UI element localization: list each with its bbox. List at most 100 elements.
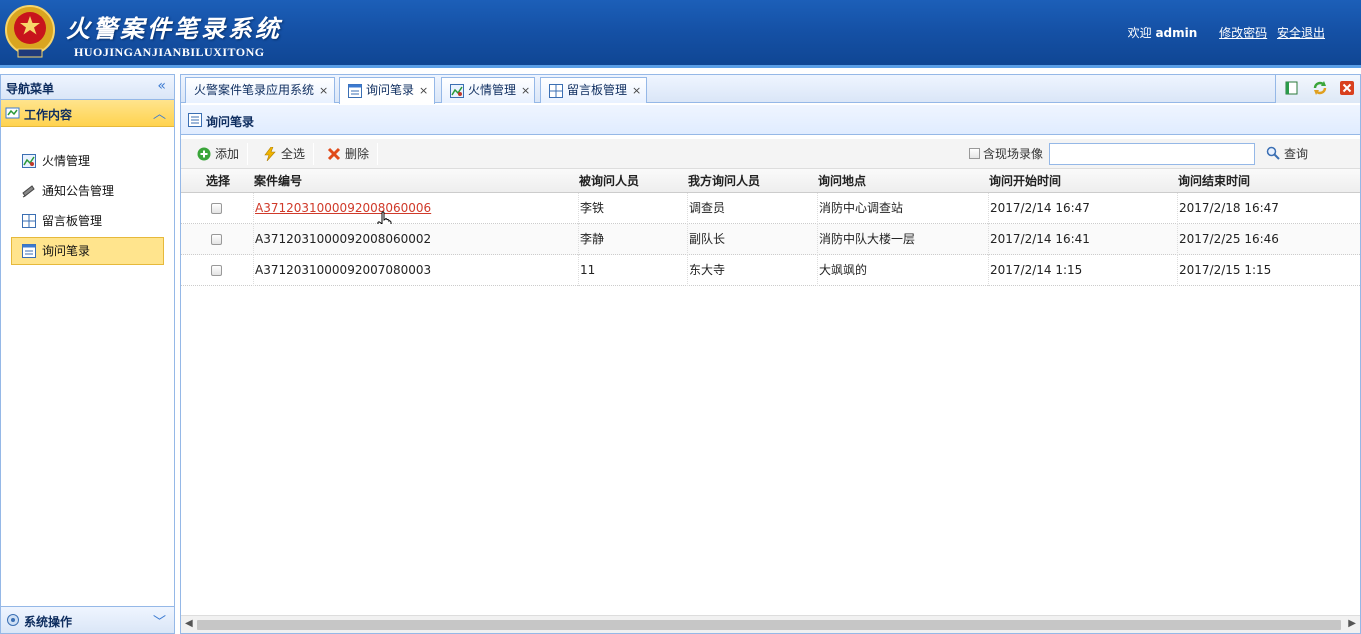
start-time-cell: 2017/2/14 16:41: [988, 224, 1177, 255]
system-subtitle: HUOJINGANJIANBILUXITONG: [74, 45, 265, 59]
start-time-cell: 2017/2/14 1:15: [988, 255, 1177, 286]
grid-toolbar: 添加 全选 删除 含现场录像 查询: [181, 139, 1360, 169]
location-cell: 消防中心调查站: [817, 193, 988, 224]
form-icon: [348, 83, 362, 98]
tabs-bar: 火警案件笔录应用系统 × 询问笔录 × 火情管理 × 留言板管理 ×: [181, 75, 1360, 104]
tab-message-board[interactable]: 留言板管理 ×: [540, 77, 647, 103]
change-password-link[interactable]: 修改密码: [1219, 26, 1267, 40]
scroll-right-icon[interactable]: ▶: [1348, 618, 1356, 629]
table-row[interactable]: A3712031000092008060002 李静 副队长 消防中队大楼一层 …: [181, 224, 1360, 255]
tab-fire-management[interactable]: 火情管理 ×: [441, 77, 535, 103]
sidebar-item-fire-management[interactable]: 火情管理: [11, 147, 164, 175]
main-panel: 火警案件笔录应用系统 × 询问笔录 × 火情管理 × 留言板管理 × 询问笔录 …: [180, 74, 1361, 634]
location-cell: 消防中队大楼一层: [817, 224, 988, 255]
tab-home[interactable]: 火警案件笔录应用系统 ×: [185, 77, 335, 103]
sidebar-item-interview-record[interactable]: 询问笔录: [11, 237, 164, 265]
system-title: 火警案件笔录系统: [66, 14, 282, 43]
grid-header: 选择 案件编号 被询问人员 我方询问人员 询问地点 询问开始时间 询问结束时间: [181, 169, 1360, 193]
work-content-icon: [5, 107, 20, 119]
search-icon: [1266, 146, 1280, 160]
app-header: 火警案件笔录系统 HUOJINGANJIANBILUXITONG 欢迎 admi…: [0, 0, 1361, 68]
column-header-select[interactable]: 选择: [206, 169, 230, 193]
scrollbar-thumb[interactable]: [197, 620, 1341, 630]
welcome-text: 欢迎 admin: [1127, 26, 1198, 40]
announce-icon: [22, 185, 35, 198]
nav-header: 导航菜单 «: [1, 75, 174, 100]
sidebar-item-announcement[interactable]: 通知公告管理: [11, 177, 164, 205]
book-icon[interactable]: [1284, 80, 1300, 99]
tab-close-icon[interactable]: ×: [319, 84, 328, 97]
interviewee-cell: 11: [578, 255, 687, 286]
user-area: 欢迎 admin 修改密码 安全退出: [1128, 24, 1325, 41]
toolbar-divider: [247, 143, 248, 165]
column-header-end-time[interactable]: 询问结束时间: [1178, 169, 1250, 193]
tab-close-icon[interactable]: ×: [632, 84, 641, 97]
column-header-interviewer[interactable]: 我方询问人员: [688, 169, 760, 193]
record-grid: 选择 案件编号 被询问人员 我方询问人员 询问地点 询问开始时间 询问结束时间 …: [181, 169, 1360, 286]
interviewee-cell: 李铁: [578, 193, 687, 224]
toolbar-divider: [377, 143, 378, 165]
column-header-case-no[interactable]: 案件编号: [254, 169, 302, 193]
add-icon: [197, 147, 211, 161]
column-header-start-time[interactable]: 询问开始时间: [989, 169, 1061, 193]
fire-map-icon: [22, 154, 36, 168]
interviewer-cell: 调查员: [687, 193, 817, 224]
column-header-location[interactable]: 询问地点: [818, 169, 866, 193]
search-button[interactable]: 查询: [1266, 145, 1308, 162]
chevron-up-icon[interactable]: ︿: [153, 103, 166, 122]
include-video-option[interactable]: 含现场录像: [969, 145, 1043, 162]
end-time-cell: 2017/2/25 16:46: [1177, 224, 1357, 255]
collapse-left-icon[interactable]: «: [157, 78, 166, 94]
nav-section-work[interactable]: 工作内容 ︿: [1, 100, 174, 127]
form-icon: [188, 113, 202, 127]
search-input[interactable]: [1049, 143, 1255, 165]
table-row[interactable]: A3712031000092007080003 11 东大寺 大飒飒的 2017…: [181, 255, 1360, 286]
interviewer-cell: 副队长: [687, 224, 817, 255]
row-checkbox[interactable]: [211, 203, 222, 214]
nav-section-system[interactable]: 系统操作 ﹀: [1, 606, 174, 633]
location-cell: 大飒飒的: [817, 255, 988, 286]
chevron-down-icon[interactable]: ﹀: [153, 611, 166, 630]
start-time-cell: 2017/2/14 16:47: [988, 193, 1177, 224]
select-all-button[interactable]: 全选: [263, 143, 305, 165]
delete-x-icon: [327, 147, 341, 161]
logout-link[interactable]: 安全退出: [1277, 26, 1325, 40]
tab-close-icon[interactable]: ×: [419, 84, 428, 97]
nav-list: 火情管理 通知公告管理 留言板管理 询问笔录: [1, 127, 174, 265]
sidebar-item-message-board[interactable]: 留言板管理: [11, 207, 164, 235]
case-no-cell[interactable]: A3712031000092007080003: [253, 255, 578, 286]
tab-tools: [1275, 75, 1360, 103]
scroll-left-icon[interactable]: ◀: [185, 618, 193, 629]
end-time-cell: 2017/2/15 1:15: [1177, 255, 1357, 286]
delete-button[interactable]: 删除: [327, 143, 369, 165]
lightning-icon: [264, 147, 276, 161]
row-checkbox[interactable]: [211, 234, 222, 245]
username: admin: [1155, 26, 1198, 40]
grid-icon: [22, 214, 36, 228]
nav-title: 导航菜单: [6, 82, 55, 96]
case-no-cell: A3712031000092008060006: [253, 193, 578, 224]
close-all-icon[interactable]: [1339, 80, 1355, 99]
grid-icon: [549, 83, 563, 98]
panel-title: 询问笔录: [206, 115, 255, 129]
police-emblem-icon: [5, 5, 55, 58]
column-header-interviewee[interactable]: 被询问人员: [579, 169, 639, 193]
table-row[interactable]: A3712031000092008060006 李铁 调查员 消防中心调查站 2…: [181, 193, 1360, 231]
toolbar-divider: [313, 143, 314, 165]
horizontal-scrollbar[interactable]: ◀ ▶: [181, 615, 1360, 633]
interviewee-cell: 李静: [578, 224, 687, 255]
refresh-icon[interactable]: [1312, 80, 1328, 99]
add-button[interactable]: 添加: [197, 143, 239, 165]
fire-map-icon: [450, 83, 464, 98]
form-icon: [22, 244, 36, 258]
tab-interview-record[interactable]: 询问笔录 ×: [339, 77, 435, 104]
end-time-cell: 2017/2/18 16:47: [1177, 193, 1357, 224]
interviewer-cell: 东大寺: [687, 255, 817, 286]
tab-close-icon[interactable]: ×: [521, 84, 530, 97]
include-video-checkbox[interactable]: [969, 148, 980, 159]
system-gear-icon: [7, 614, 19, 626]
panel-title-bar: 询问笔录: [181, 105, 1360, 135]
row-checkbox[interactable]: [211, 265, 222, 276]
case-no-link[interactable]: A3712031000092008060006: [255, 201, 431, 215]
case-no-cell[interactable]: A3712031000092008060002: [253, 224, 578, 255]
